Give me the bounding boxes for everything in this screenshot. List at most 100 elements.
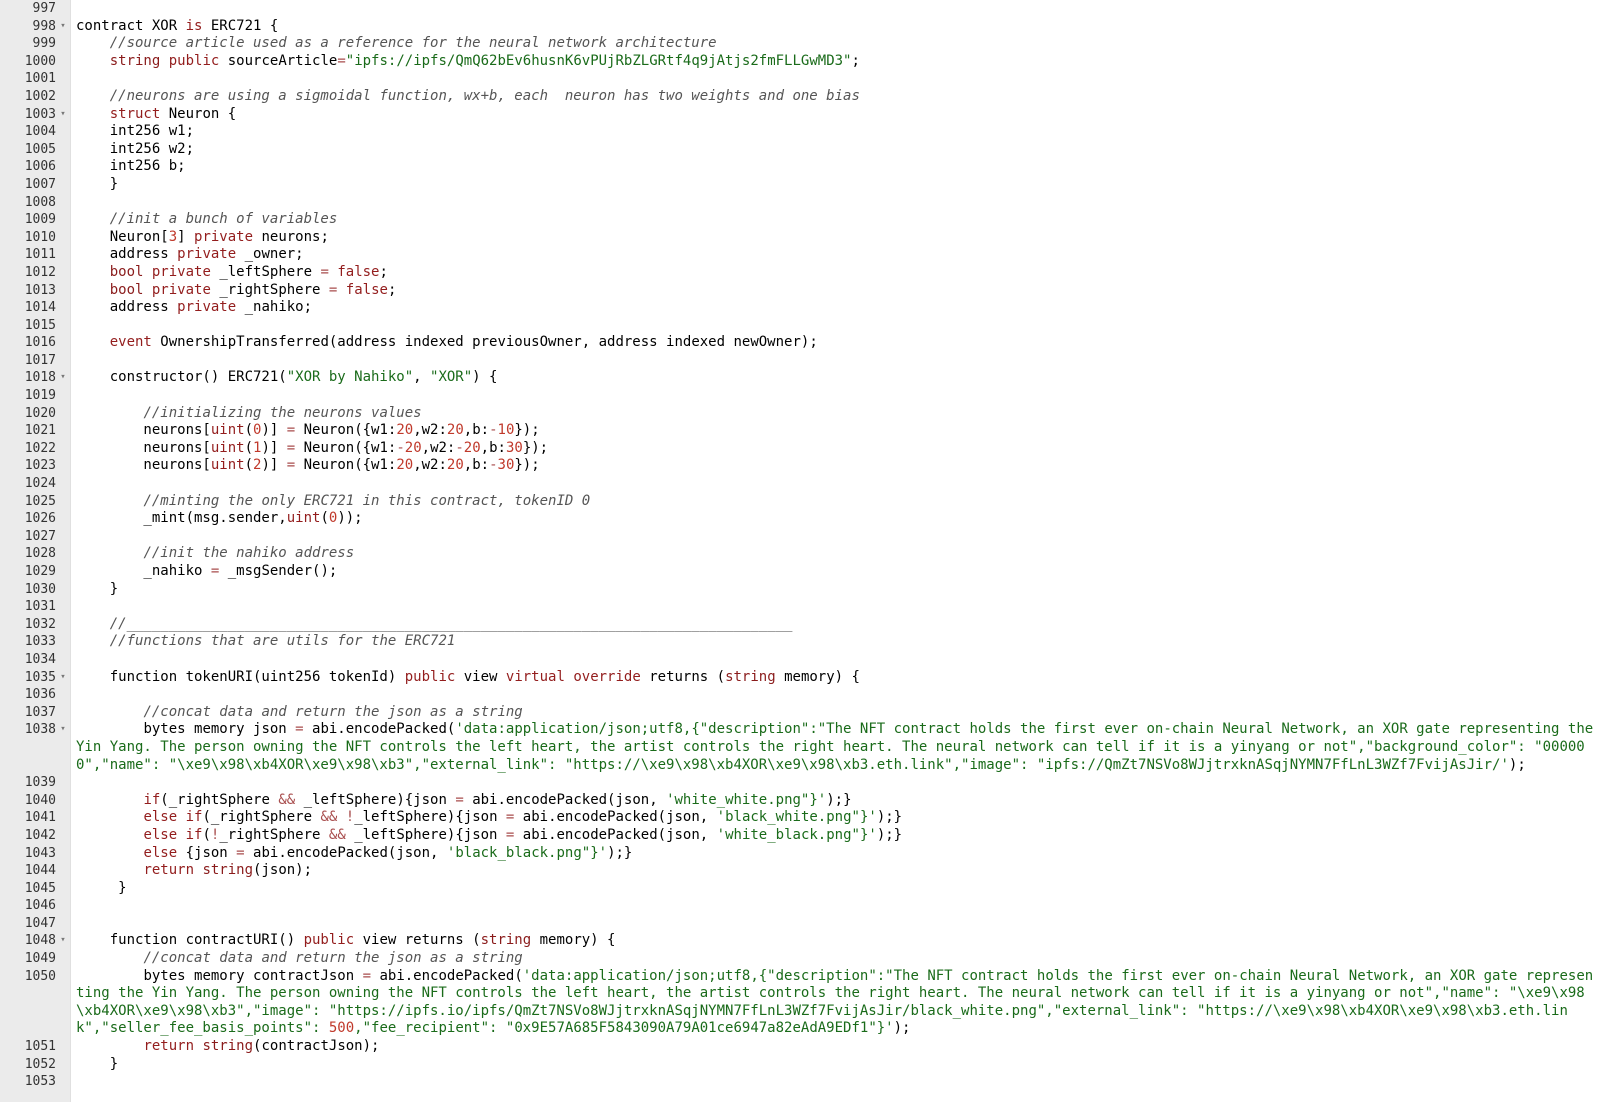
code-line[interactable]: 1004 int256 w1; [0, 123, 1600, 141]
code-line[interactable]: 1001 [0, 70, 1600, 88]
comment: //concat data and return the json as a s… [143, 950, 523, 967]
code-line[interactable]: 1029 _nahiko = _msgSender(); [0, 563, 1600, 581]
code-text: _msgSender(); [219, 563, 338, 579]
code-line[interactable]: 1025 //minting the only ERC721 in this c… [0, 493, 1600, 511]
code-line[interactable]: 1044 return string(json); [0, 862, 1600, 880]
operator: = [286, 439, 296, 456]
line-code: else if(!_rightSphere && _leftSphere){js… [76, 827, 1596, 845]
code-line[interactable]: 1002 //neurons are using a sigmoidal fun… [0, 88, 1600, 106]
code-line[interactable]: 1003 ▾ struct Neuron { [0, 106, 1600, 124]
code-text: ( [202, 826, 211, 843]
line-number: 1000 [24, 53, 56, 69]
code-line[interactable]: 1040 if(_rightSphere && _leftSphere){jso… [0, 792, 1600, 810]
code-line[interactable]: 1053 [0, 1073, 1600, 1091]
code-line[interactable]: 1016 event OwnershipTransferred(address … [0, 334, 1600, 352]
code-line[interactable]: 1009 //init a bunch of variables [0, 211, 1600, 229]
code-line[interactable]: 1007 } [0, 176, 1600, 194]
code-line[interactable]: 1033 //functions that are utils for the … [0, 633, 1600, 651]
line-code: Neuron[3] private neurons; [76, 229, 1596, 247]
line-code: return string(contractJson); [76, 1038, 1596, 1056]
code-line[interactable]: 998 ▾ contract XOR is ERC721 { [0, 18, 1600, 36]
code-line[interactable]: 1028 //init the nahiko address [0, 545, 1600, 563]
code-line[interactable]: 1043 else {json = abi.encodePacked(json,… [0, 845, 1600, 863]
code-text: (contractJson); [253, 1038, 380, 1055]
code-text: address [76, 246, 178, 263]
line-number: 1042 [24, 827, 56, 843]
comment: //source article used as a reference for… [109, 35, 717, 52]
line-number: 1033 [24, 634, 56, 650]
code-line[interactable]: 1019 [0, 387, 1600, 405]
code-line[interactable]: 999 //source article used as a reference… [0, 35, 1600, 53]
comment: //neurons are using a sigmoidal function… [109, 87, 860, 104]
code-line[interactable]: 1042 else if(!_rightSphere && _leftSpher… [0, 827, 1600, 845]
chevron-down-icon[interactable]: ▾ [58, 669, 68, 687]
code-editor[interactable]: 997 998 ▾ contract XOR is ERC721 {999 //sou… [0, 0, 1600, 1102]
comment: //minting the only ERC721 in this contra… [143, 492, 591, 509]
code-line[interactable]: 1015 [0, 317, 1600, 335]
line-code: return string(json); [76, 862, 1596, 880]
code-line[interactable]: 1035 ▾ function tokenURI(uint256 tokenId)… [0, 669, 1600, 687]
code-line[interactable]: 1051 return string(contractJson); [0, 1038, 1600, 1056]
code-line[interactable]: 1030 } [0, 581, 1600, 599]
code-line[interactable]: 1041 else if(_rightSphere && !_leftSpher… [0, 809, 1600, 827]
code-line[interactable]: 1000 string public sourceArticle="ipfs:/… [0, 53, 1600, 71]
code-line[interactable]: 1008 [0, 194, 1600, 212]
line-number: 1001 [24, 71, 56, 87]
operator: - [455, 439, 464, 456]
code-line[interactable]: 1023 neurons[uint(2)] = Neuron({w1:20,w2… [0, 457, 1600, 475]
chevron-down-icon[interactable]: ▾ [58, 18, 68, 36]
code-line[interactable]: 1047 [0, 915, 1600, 933]
chevron-down-icon[interactable]: ▾ [58, 721, 68, 739]
code-line[interactable]: 1037 //concat data and return the json a… [0, 704, 1600, 722]
code-line[interactable]: 1017 [0, 352, 1600, 370]
code-line[interactable]: 1021 neurons[uint(0)] = Neuron({w1:20,w2… [0, 422, 1600, 440]
code-line[interactable]: 1031 [0, 598, 1600, 616]
code-line[interactable]: 1026 _mint(msg.sender,uint(0)); [0, 510, 1600, 528]
line-number: 1014 [24, 300, 56, 316]
code-line[interactable]: 1046 [0, 897, 1600, 915]
line-code: //functions that are utils for the ERC72… [76, 633, 1596, 651]
code-line[interactable]: 1012 bool private _leftSphere = false; [0, 264, 1600, 282]
keyword: false [337, 263, 380, 280]
code-line[interactable]: 1013 bool private _rightSphere = false; [0, 282, 1600, 300]
comment: //______________________________________… [109, 615, 793, 632]
line-code: struct Neuron { [76, 106, 1596, 124]
code-line[interactable]: 1052 } [0, 1056, 1600, 1074]
code-line[interactable]: 1010 Neuron[3] private neurons; [0, 229, 1600, 247]
line-code: bool private _leftSphere = false; [76, 264, 1596, 282]
keyword: uint [286, 510, 321, 527]
code-line[interactable]: 1006 int256 b; [0, 158, 1600, 176]
code-line[interactable]: 997 [0, 0, 1600, 18]
code-line[interactable]: 1034 [0, 651, 1600, 669]
line-code: bool private _rightSphere = false; [76, 282, 1596, 300]
keyword: public [303, 932, 355, 949]
code-line[interactable]: 1050 bytes memory contractJson = abi.enc… [0, 968, 1600, 1038]
code-line[interactable]: 1036 [0, 686, 1600, 704]
code-line[interactable]: 1032 //_________________________________… [0, 616, 1600, 634]
code-line[interactable]: 1045 } [0, 880, 1600, 898]
code-line[interactable]: 1014 address private _nahiko; [0, 299, 1600, 317]
line-code: } [76, 1056, 1596, 1074]
code-line[interactable]: 1011 address private _owner; [0, 246, 1600, 264]
code-line[interactable]: 1018 ▾ constructor() ERC721("XOR by Nahik… [0, 369, 1600, 387]
code-line[interactable]: 1027 [0, 528, 1600, 546]
code-line[interactable]: 1039 [0, 774, 1600, 792]
comment: //initializing the neurons values [143, 404, 422, 421]
code-line[interactable]: 1020 //initializing the neurons values [0, 405, 1600, 423]
chevron-down-icon[interactable]: ▾ [58, 369, 68, 387]
line-code: //minting the only ERC721 in this contra… [76, 493, 1596, 511]
code-text: )] [261, 422, 287, 439]
chevron-down-icon[interactable]: ▾ [58, 106, 68, 124]
code-line[interactable]: 1048 ▾ function contractURI() public view… [0, 932, 1600, 950]
chevron-down-icon[interactable]: ▾ [58, 932, 68, 950]
code-line[interactable]: 1038 ▾ bytes memory json = abi.encodePack… [0, 721, 1600, 774]
code-line[interactable]: 1005 int256 w2; [0, 141, 1600, 159]
code-line[interactable]: 1049 //concat data and return the json a… [0, 950, 1600, 968]
line-code: event OwnershipTransferred(address index… [76, 334, 1596, 352]
code-line[interactable]: 1024 [0, 475, 1600, 493]
code-line[interactable]: 1022 neurons[uint(1)] = Neuron({w1:-20,w… [0, 440, 1600, 458]
code-text: ,b: [463, 422, 490, 439]
